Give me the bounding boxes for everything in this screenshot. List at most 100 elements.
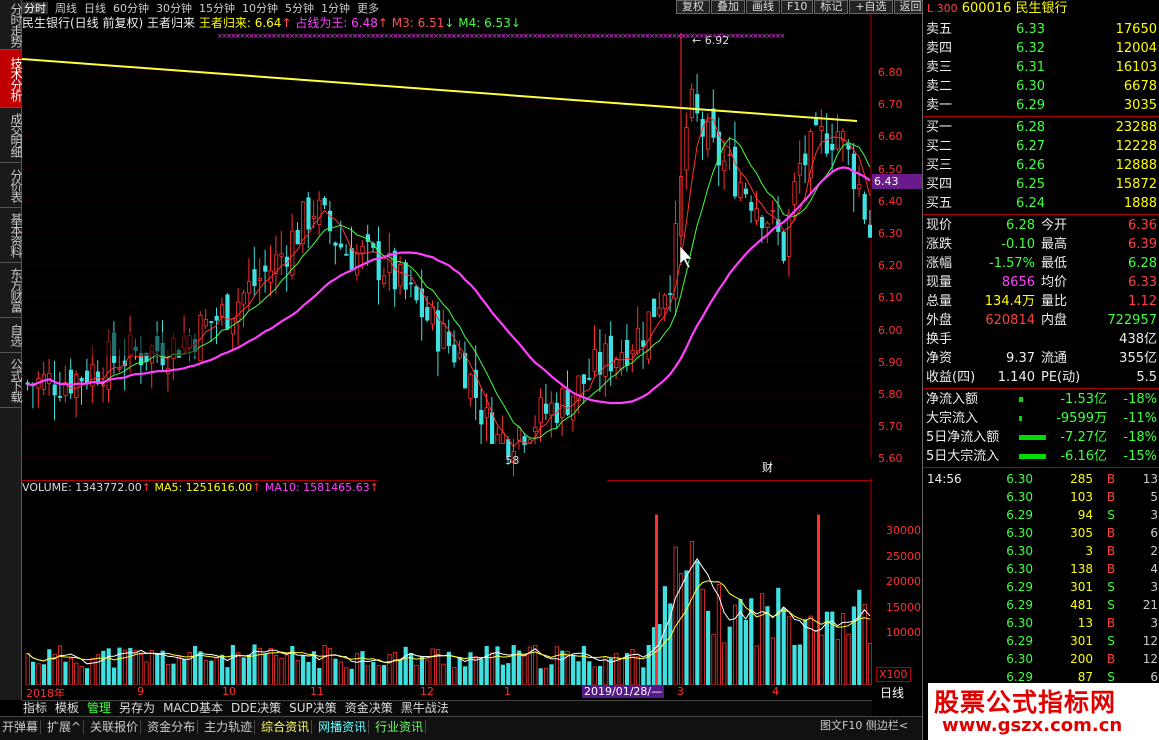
tick-count: 5 <box>1150 490 1158 504</box>
tick-price: 6.29 <box>1006 580 1033 594</box>
indicator-tab-8[interactable]: 黑牛战法 <box>400 701 450 715</box>
period-tab-7[interactable]: 5分钟 <box>285 2 314 14</box>
bid-row[interactable]: 买二 6.27 12228 <box>923 137 1159 156</box>
candle-body <box>403 262 408 290</box>
candle-body <box>668 293 673 295</box>
period-tab-1[interactable]: 周线 <box>55 2 77 14</box>
bid-row[interactable]: 买四 6.25 15872 <box>923 175 1159 194</box>
ask-row[interactable]: 卖三 6.31 16103 <box>923 58 1159 77</box>
candle-body <box>246 281 252 294</box>
stat-value: 8656 <box>1001 275 1035 290</box>
left-tab-2[interactable]: 成交明细 <box>0 108 22 163</box>
volume-bar <box>79 666 84 685</box>
kline-chart[interactable]: ××××××××××××××××××××××××××××××××××××××××… <box>22 14 872 480</box>
date-tick: 9 <box>137 685 144 698</box>
indicator-tab-6[interactable]: SUP决策 <box>288 701 338 715</box>
ask-label: 卖三 <box>926 60 953 75</box>
top-button-3[interactable]: F10 <box>781 0 814 14</box>
ask-row[interactable]: 卖四 6.32 12004 <box>923 39 1159 58</box>
stat-value: -0.10 <box>1001 237 1035 252</box>
volume-bar <box>817 514 820 685</box>
indicator-tab-3[interactable]: 另存为 <box>118 701 156 715</box>
bottom-right-links[interactable]: 图文F10 侧边栏< <box>820 716 920 738</box>
candle-body <box>727 154 732 156</box>
bottom-tool-2[interactable]: 关联报价 <box>88 720 142 734</box>
period-tab-0[interactable]: 分时 <box>22 2 48 14</box>
period-tab-8[interactable]: 1分钟 <box>321 2 350 14</box>
period-tab-4[interactable]: 30分钟 <box>156 2 192 14</box>
indicator-line4: M4: 6.53 <box>458 16 511 30</box>
bid-volume: 12228 <box>1115 139 1157 154</box>
top-button-2[interactable]: 画线 <box>746 0 780 14</box>
left-tab-6[interactable]: 自选 <box>0 318 22 353</box>
tick-volume: 200 <box>1070 652 1093 666</box>
indicator-tab-2[interactable]: 管理 <box>86 701 112 715</box>
volume-bar <box>106 648 111 685</box>
tick-volume: 285 <box>1070 472 1093 486</box>
left-tab-0[interactable]: 分时走势 <box>0 0 22 50</box>
volume-bar <box>128 647 133 685</box>
stat-label: 量比 <box>1041 294 1068 309</box>
indicator-tab-1[interactable]: 模板 <box>54 701 80 715</box>
bottom-tool-5[interactable]: 综合资讯 <box>259 720 313 734</box>
volume-bar <box>679 573 684 685</box>
volume-chart[interactable] <box>22 480 872 685</box>
bid-row[interactable]: 买五 6.24 1888 <box>923 194 1159 213</box>
ask-row[interactable]: 卖一 6.29 3035 <box>923 96 1159 115</box>
indicator-tab-4[interactable]: MACD基本 <box>162 701 224 715</box>
bid-row[interactable]: 买三 6.26 12888 <box>923 156 1159 175</box>
tick-side: B <box>1106 472 1116 486</box>
ask-row[interactable]: 卖二 6.30 6678 <box>923 77 1159 96</box>
tick-price: 6.30 <box>1006 652 1033 666</box>
volume-bar <box>160 650 165 685</box>
bid-label: 买三 <box>926 158 953 173</box>
tick-volume: 305 <box>1070 526 1093 540</box>
period-tab-5[interactable]: 15分钟 <box>199 2 235 14</box>
indicator-tab-7[interactable]: 资金决策 <box>344 701 394 715</box>
volume-bar <box>306 661 311 685</box>
period-tab-3[interactable]: 60分钟 <box>113 2 149 14</box>
top-button-6[interactable]: 返回 <box>893 0 922 14</box>
left-tab-7[interactable]: 公式下载 <box>0 353 22 408</box>
indicator-tab-5[interactable]: DDE决策 <box>230 701 282 715</box>
period-tab-9[interactable]: 更多 <box>357 2 379 14</box>
left-tab-4[interactable]: 基本资料 <box>0 208 22 263</box>
candle-body <box>560 388 565 418</box>
volume-bar <box>360 651 365 685</box>
left-tab-1[interactable]: 技术分析 <box>0 50 22 108</box>
left-tab-5[interactable]: 东方财富 <box>0 263 22 318</box>
left-tab-3[interactable]: 分价表 <box>0 163 22 208</box>
bottom-tool-0[interactable]: 开弹幕 <box>0 720 42 734</box>
volume-bar <box>792 644 797 685</box>
top-button-4[interactable]: 标记 <box>814 0 849 14</box>
volume-bar <box>619 657 624 685</box>
bottom-tool-3[interactable]: 资金分布 <box>145 720 199 734</box>
candle-body <box>349 248 354 270</box>
volume-bar <box>479 658 484 685</box>
period-label[interactable]: 日线 <box>880 686 920 700</box>
bottom-tool-4[interactable]: 主力轨迹 <box>202 720 256 734</box>
period-tab-2[interactable]: 日线 <box>84 2 106 14</box>
tick-volume: 301 <box>1070 580 1093 594</box>
stat-value: 438亿 <box>1119 332 1157 347</box>
volume-bar <box>371 661 376 685</box>
top-button-0[interactable]: 复权 <box>676 0 710 14</box>
bid-row[interactable]: 买一 6.28 23288 <box>923 118 1159 137</box>
bottom-tool-6[interactable]: 网播资讯 <box>316 720 370 734</box>
stat-label: 换手 <box>926 332 953 347</box>
bottom-tool-1[interactable]: 扩展^ <box>45 720 85 734</box>
bottom-tool-7[interactable]: 行业资讯 <box>373 720 427 734</box>
ask-volume: 3035 <box>1123 98 1157 113</box>
volume-bar <box>819 634 824 685</box>
stat-label: 总量 <box>926 294 953 309</box>
flow-row: 净流入额 -1.53亿 -18% <box>923 390 1159 409</box>
top-button-5[interactable]: +自选 <box>849 0 893 14</box>
indicator-tab-0[interactable]: 指标 <box>22 701 48 715</box>
ask-row[interactable]: 卖五 6.33 17650 <box>923 20 1159 39</box>
volume-bar <box>560 650 565 685</box>
period-tab-6[interactable]: 10分钟 <box>242 2 278 14</box>
flow-bar <box>1019 416 1022 421</box>
top-button-1[interactable]: 叠加 <box>711 0 745 14</box>
volume-bar <box>203 660 208 685</box>
bid-price: 6.25 <box>1016 177 1045 192</box>
